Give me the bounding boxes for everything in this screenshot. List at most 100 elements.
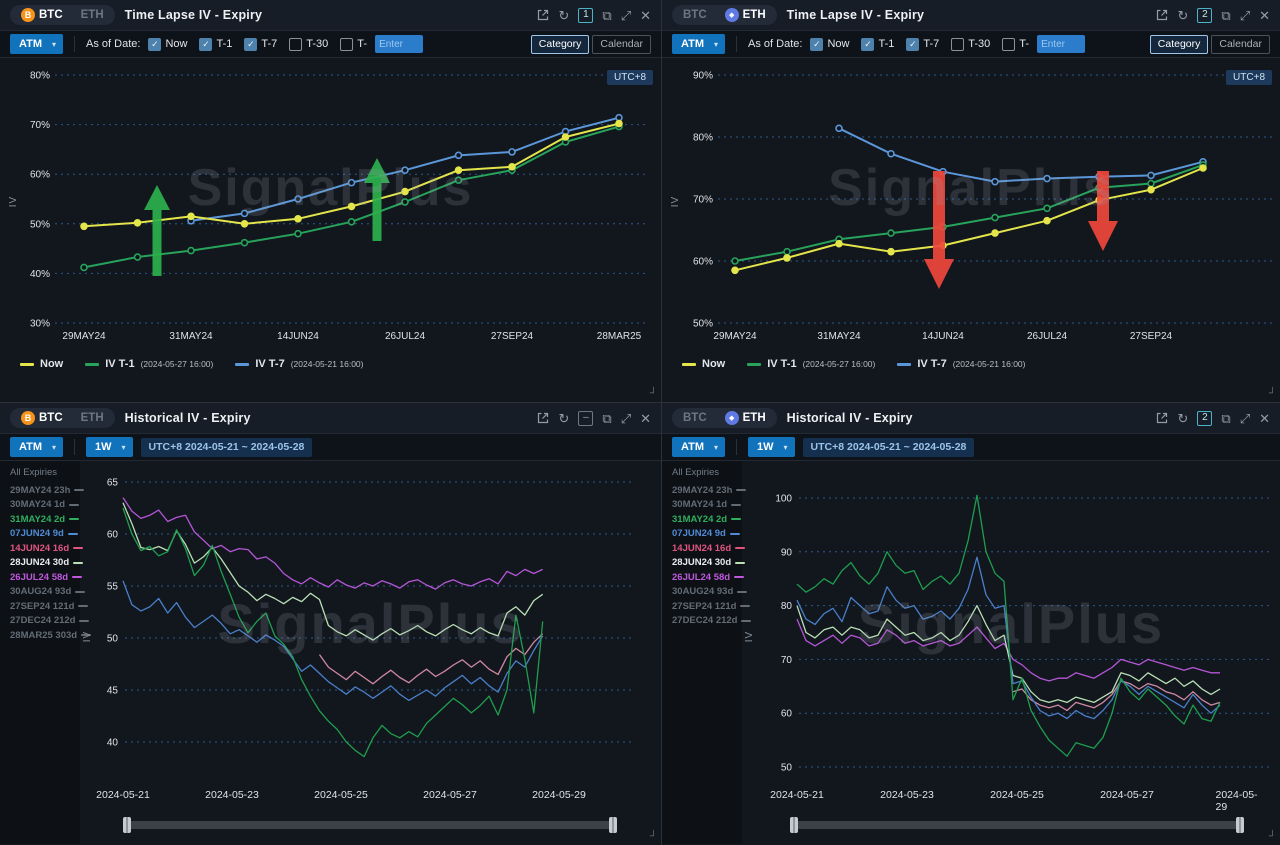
t-custom-input[interactable] [375, 35, 423, 53]
checkbox-t-30[interactable]: T-30 [951, 38, 990, 51]
refresh-icon[interactable]: ↻ [558, 412, 569, 425]
category-button[interactable]: Category [1150, 35, 1209, 54]
expiry-item[interactable]: 26JUL24 58d [10, 572, 80, 583]
checkbox-icon[interactable]: ✓ [148, 38, 161, 51]
expiry-item[interactable]: 28JUN24 30d [672, 557, 742, 568]
slider-handle-left[interactable] [123, 817, 131, 833]
refresh-icon[interactable]: ↻ [1177, 9, 1188, 22]
period-select[interactable]: 1W▾ [748, 437, 795, 457]
expiry-item[interactable]: 29MAY24 23h [672, 485, 742, 496]
expiry-item[interactable]: 07JUN24 9d [672, 528, 742, 539]
checkbox-t-7[interactable]: ✓T-7 [906, 38, 939, 51]
duplicate-icon[interactable]: ⧉ [1221, 412, 1230, 425]
tab-count-badge[interactable]: 2 [1197, 8, 1212, 23]
expiry-item[interactable]: 30AUG24 93d [672, 586, 742, 597]
expiry-item[interactable]: 28MAR25 303d [10, 630, 80, 641]
tab-btc[interactable]: BTC [675, 411, 715, 425]
checkbox-icon[interactable]: ✓ [199, 38, 212, 51]
checkbox-t-[interactable]: T- [1002, 38, 1029, 51]
expiry-item[interactable]: 07JUN24 9d [10, 528, 80, 539]
expiry-item[interactable]: 30AUG24 93d [10, 586, 80, 597]
duplicate-icon[interactable]: ⧉ [1221, 9, 1230, 22]
tab-count-badge[interactable]: 1 [578, 8, 593, 23]
category-button[interactable]: Category [531, 35, 590, 54]
resize-handle[interactable]: ┘ [650, 831, 657, 842]
resize-handle[interactable]: ┘ [1269, 831, 1276, 842]
checkbox-t-1[interactable]: ✓T-1 [861, 38, 894, 51]
expiry-item[interactable]: 31MAY24 2d [672, 514, 742, 525]
tab-count-badge[interactable]: 2 [1197, 411, 1212, 426]
checkbox-now[interactable]: ✓Now [810, 38, 849, 51]
strike-select[interactable]: ATM▾ [672, 437, 725, 457]
checkbox-t-7[interactable]: ✓T-7 [244, 38, 277, 51]
expiry-item[interactable]: 30MAY24 1d [10, 499, 80, 510]
checkbox-icon[interactable]: ✓ [810, 38, 823, 51]
time-range-slider[interactable] [792, 817, 1242, 833]
legend-item[interactable]: IV T-1(2024-05-27 16:00) [747, 358, 875, 370]
expiry-item[interactable]: 31MAY24 2d [10, 514, 80, 525]
expiry-item[interactable]: 30MAY24 1d [672, 499, 742, 510]
expiry-item[interactable]: 14JUN24 16d [672, 543, 742, 554]
date-range-chip[interactable]: UTC+8 2024-05-21 ~ 2024-05-28 [141, 438, 313, 457]
time-range-slider[interactable] [125, 817, 615, 833]
tab-eth[interactable]: ◆ETH [717, 7, 774, 23]
external-link-icon[interactable] [537, 9, 549, 21]
tab-count-badge[interactable]: – [578, 411, 593, 426]
external-link-icon[interactable] [537, 412, 549, 424]
legend-item[interactable]: IV T-1(2024-05-27 16:00) [85, 358, 213, 370]
expiry-item[interactable]: 29MAY24 23h [10, 485, 80, 496]
checkbox-icon[interactable] [1002, 38, 1015, 51]
legend-item[interactable]: IV T-7(2024-05-21 16:00) [235, 358, 363, 370]
legend-item[interactable]: Now [20, 358, 63, 370]
expand-icon[interactable]: ⤢ [621, 9, 631, 22]
strike-select[interactable]: ATM▾ [10, 437, 63, 457]
slider-track[interactable] [125, 821, 615, 829]
refresh-icon[interactable]: ↻ [1177, 412, 1188, 425]
calendar-button[interactable]: Calendar [592, 35, 651, 54]
resize-handle[interactable]: ┘ [650, 388, 657, 399]
expiry-item[interactable]: 26JUL24 58d [672, 572, 742, 583]
t-custom-input[interactable] [1037, 35, 1085, 53]
expiry-item[interactable]: 28JUN24 30d [10, 557, 80, 568]
close-icon[interactable]: ✕ [1259, 9, 1270, 22]
tab-eth[interactable]: ◆ETH [717, 410, 774, 426]
expiry-item[interactable]: 27SEP24 121d [672, 601, 742, 612]
checkbox-now[interactable]: ✓Now [148, 38, 187, 51]
external-link-icon[interactable] [1156, 9, 1168, 21]
checkbox-icon[interactable] [951, 38, 964, 51]
expand-icon[interactable]: ⤢ [1240, 412, 1250, 425]
duplicate-icon[interactable]: ⧉ [602, 412, 611, 425]
expiry-item[interactable]: 27SEP24 121d [10, 601, 80, 612]
legend-item[interactable]: Now [682, 358, 725, 370]
checkbox-icon[interactable]: ✓ [861, 38, 874, 51]
tab-eth[interactable]: ETH [73, 8, 112, 22]
close-icon[interactable]: ✕ [640, 412, 651, 425]
duplicate-icon[interactable]: ⧉ [602, 9, 611, 22]
close-icon[interactable]: ✕ [640, 9, 651, 22]
checkbox-t-[interactable]: T- [340, 38, 367, 51]
checkbox-icon[interactable] [289, 38, 302, 51]
slider-handle-left[interactable] [790, 817, 798, 833]
tab-btc[interactable]: BBTC [13, 7, 71, 23]
expand-icon[interactable]: ⤢ [621, 412, 631, 425]
legend-item[interactable]: IV T-7(2024-05-21 16:00) [897, 358, 1025, 370]
refresh-icon[interactable]: ↻ [558, 9, 569, 22]
strike-select[interactable]: ATM▾ [10, 34, 63, 54]
slider-handle-right[interactable] [1236, 817, 1244, 833]
slider-handle-right[interactable] [609, 817, 617, 833]
slider-track[interactable] [792, 821, 1242, 829]
external-link-icon[interactable] [1156, 412, 1168, 424]
strike-select[interactable]: ATM▾ [672, 34, 725, 54]
resize-handle[interactable]: ┘ [1269, 388, 1276, 399]
period-select[interactable]: 1W▾ [86, 437, 133, 457]
tab-btc[interactable]: BBTC [13, 410, 71, 426]
calendar-button[interactable]: Calendar [1211, 35, 1270, 54]
expiry-item[interactable]: 27DEC24 212d [672, 615, 742, 626]
checkbox-icon[interactable]: ✓ [906, 38, 919, 51]
checkbox-icon[interactable] [340, 38, 353, 51]
tab-btc[interactable]: BTC [675, 8, 715, 22]
checkbox-icon[interactable]: ✓ [244, 38, 257, 51]
date-range-chip[interactable]: UTC+8 2024-05-21 ~ 2024-05-28 [803, 438, 975, 457]
checkbox-t-1[interactable]: ✓T-1 [199, 38, 232, 51]
checkbox-t-30[interactable]: T-30 [289, 38, 328, 51]
